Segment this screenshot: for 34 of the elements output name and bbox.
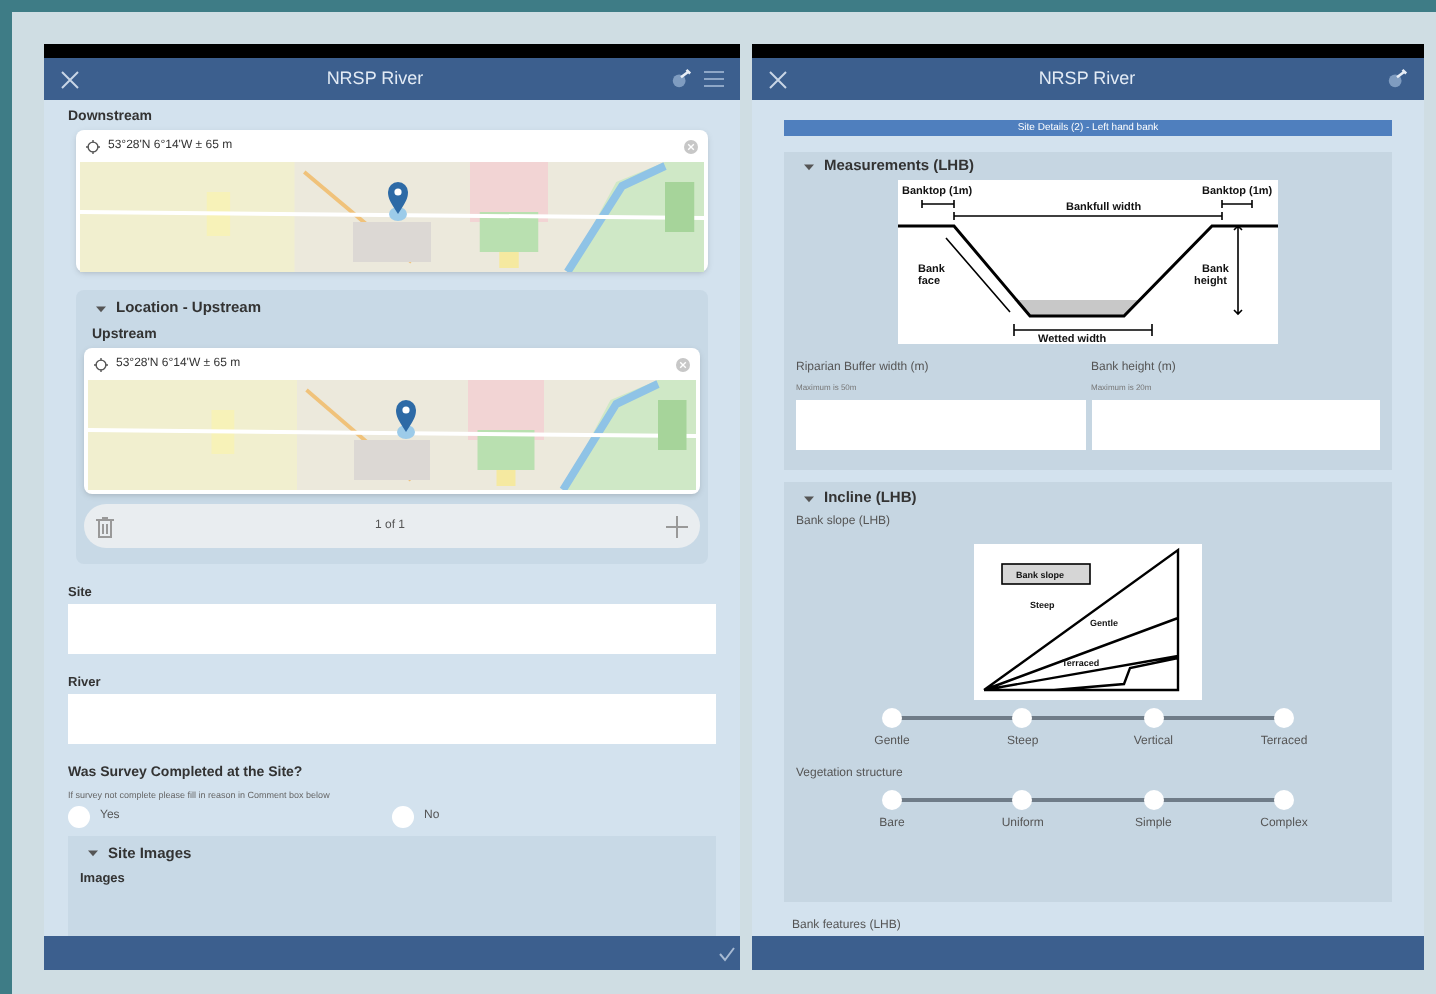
slider-stop[interactable] bbox=[1143, 790, 1164, 810]
chevron-icon[interactable] bbox=[804, 161, 814, 171]
slider-stop[interactable] bbox=[1012, 708, 1033, 728]
slider-stop[interactable] bbox=[1273, 790, 1294, 810]
chevron-icon[interactable] bbox=[88, 848, 98, 859]
menu-icon[interactable] bbox=[704, 70, 724, 88]
window-title: NRSP River bbox=[1036, 65, 1138, 92]
slider-stop[interactable] bbox=[882, 708, 902, 728]
crosshair-icon bbox=[94, 357, 108, 371]
satellite-icon[interactable] bbox=[1386, 68, 1408, 90]
checkmark-icon[interactable] bbox=[718, 945, 736, 961]
crosshair-icon bbox=[86, 139, 100, 153]
radio-button[interactable] bbox=[392, 806, 414, 829]
close-icon[interactable] bbox=[768, 69, 788, 89]
map-pin-icon bbox=[388, 182, 408, 222]
satellite-icon[interactable] bbox=[670, 68, 692, 90]
number-field[interactable] bbox=[1091, 400, 1380, 450]
slider-stop[interactable] bbox=[1012, 790, 1033, 810]
close-icon[interactable] bbox=[60, 69, 80, 89]
chevron-icon[interactable] bbox=[96, 303, 106, 313]
add-icon[interactable] bbox=[666, 515, 688, 537]
slider-stop[interactable] bbox=[1143, 708, 1164, 728]
slider-stop[interactable] bbox=[882, 790, 902, 810]
chevron-icon[interactable] bbox=[804, 493, 814, 503]
radio-button[interactable] bbox=[68, 806, 90, 829]
text-field[interactable] bbox=[68, 604, 716, 654]
clear-icon[interactable] bbox=[684, 139, 698, 153]
clear-icon[interactable] bbox=[676, 357, 690, 371]
slider-stop[interactable] bbox=[1273, 708, 1294, 728]
trash-icon[interactable] bbox=[96, 515, 114, 537]
map-pin-icon bbox=[396, 400, 416, 440]
number-field[interactable] bbox=[796, 400, 1085, 450]
text-field[interactable] bbox=[68, 694, 716, 744]
window-title: NRSP River bbox=[324, 65, 426, 92]
